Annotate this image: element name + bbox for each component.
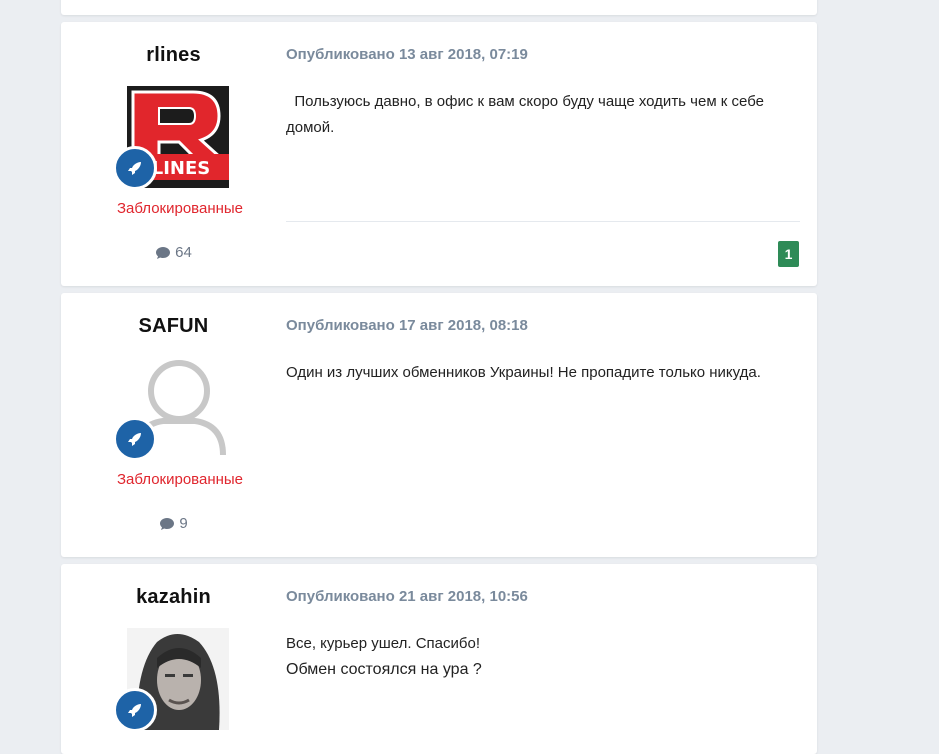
author-username[interactable]: kazahin	[61, 586, 286, 609]
post-date[interactable]: Опубликовано 13 авг 2018, 07:19	[286, 46, 528, 63]
post-content: Один из лучших обменников Украины! Не пр…	[286, 360, 801, 386]
post-count[interactable]: 64	[61, 244, 286, 261]
author-username[interactable]: rlines	[61, 44, 286, 67]
user-group: Заблокированные	[116, 471, 244, 488]
post-text-line: Обмен состоялся на ура ?	[286, 661, 482, 678]
post-text-line: Все, курьер ушел. Спасибо!	[286, 635, 480, 652]
comment-icon	[160, 517, 175, 530]
rocket-icon	[113, 146, 157, 190]
post-card-previous	[61, 0, 817, 15]
post-date[interactable]: Опубликовано 17 авг 2018, 08:18	[286, 317, 528, 334]
post-card: SAFUN Заблокированные 9 Опубликовано 17 …	[61, 293, 817, 557]
author-username[interactable]: SAFUN	[61, 315, 286, 338]
post-card: kazahin Опубликовано 21 авг 2018, 10:56 …	[61, 564, 817, 754]
post-text-line: Один из лучших обменников Украины! Не пр…	[286, 364, 761, 381]
comment-icon	[156, 246, 171, 259]
post-content: Пользуюсь давно, в офис к вам скоро буду…	[286, 89, 801, 141]
post-card: rlines LINES Заблокированные 64 Опублико…	[61, 22, 817, 286]
user-group: Заблокированные	[116, 200, 244, 217]
post-text-line: Пользуюсь давно, в офис к вам скоро буду…	[286, 93, 769, 136]
post-date[interactable]: Опубликовано 21 авг 2018, 10:56	[286, 588, 528, 605]
post-count[interactable]: 9	[61, 515, 286, 532]
post-count-value: 9	[179, 515, 188, 532]
post-content: Все, курьер ушел. Спасибо! Обмен состоял…	[286, 631, 801, 683]
rocket-icon	[113, 417, 157, 461]
post-count-value: 64	[175, 244, 192, 261]
post-divider	[286, 221, 800, 222]
reaction-count-badge[interactable]: 1	[778, 241, 799, 267]
rocket-icon	[113, 688, 157, 732]
avatar-text: LINES	[152, 158, 211, 179]
